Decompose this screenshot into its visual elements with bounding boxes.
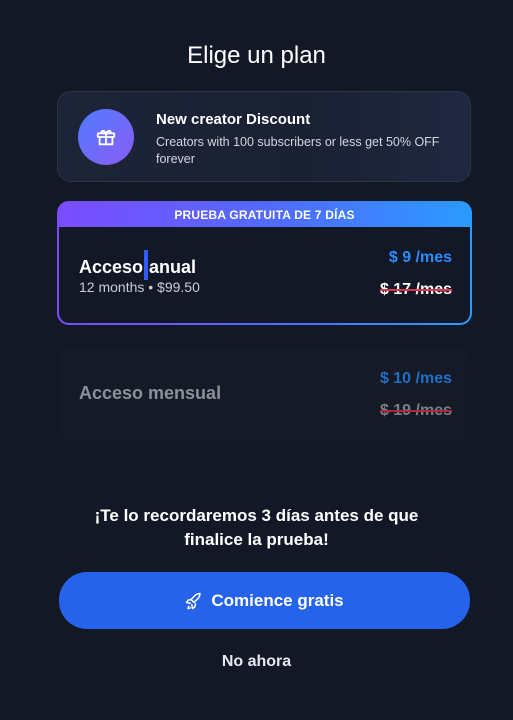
- monthly-plan-name: Acceso mensual: [79, 383, 222, 403]
- start-free-button[interactable]: Comience gratis: [59, 572, 470, 629]
- discount-description: Creators with 100 subscribers or less ge…: [156, 135, 440, 166]
- plan-option-monthly[interactable]: Acceso mensual $ 10 /mes $ 19 /mes: [59, 347, 470, 441]
- not-now-link[interactable]: No ahora: [0, 653, 513, 671]
- annual-plan-old-price: $ 17 /mes: [379, 281, 452, 298]
- rocket-icon: [186, 592, 202, 609]
- trial-reminder-text: ¡Te lo recordaremos 3 días antes de que …: [0, 504, 513, 552]
- gift-icon: [96, 129, 116, 146]
- start-free-button-label: Comience gratis: [211, 590, 344, 610]
- annual-plan-subtitle: 12 months • $99.50: [79, 279, 200, 295]
- discount-title: New creator Discount: [156, 111, 311, 128]
- annual-plan-name-part2: anual: [149, 256, 197, 277]
- monthly-plan-price: $ 10 /mes: [379, 370, 452, 387]
- annual-plan-name-part1: Acceso: [79, 256, 144, 277]
- plan-option-annual[interactable]: PRUEBA GRATUITA DE 7 DÍAS Acceso anual 12…: [57, 201, 472, 325]
- free-trial-badge: PRUEBA GRATUITA DE 7 DÍAS: [174, 208, 355, 222]
- monthly-plan-old-price: $ 19 /mes: [379, 402, 452, 419]
- discount-card: New creator Discount Creators with 100 s…: [57, 91, 471, 182]
- page-title: Elige un plan: [187, 42, 326, 69]
- trial-reminder-message: ¡Te lo recordaremos 3 días antes de que …: [94, 506, 419, 549]
- gift-icon-badge: [78, 109, 134, 165]
- annual-plan-body: Acceso anual 12 months • $99.50 $ 9 /mes …: [59, 227, 470, 323]
- text-cursor: [144, 250, 149, 280]
- annual-plan-price: $ 9 /mes: [388, 249, 452, 266]
- plan-selection-screen: Elige un plan New creator Discount Creat…: [0, 0, 513, 720]
